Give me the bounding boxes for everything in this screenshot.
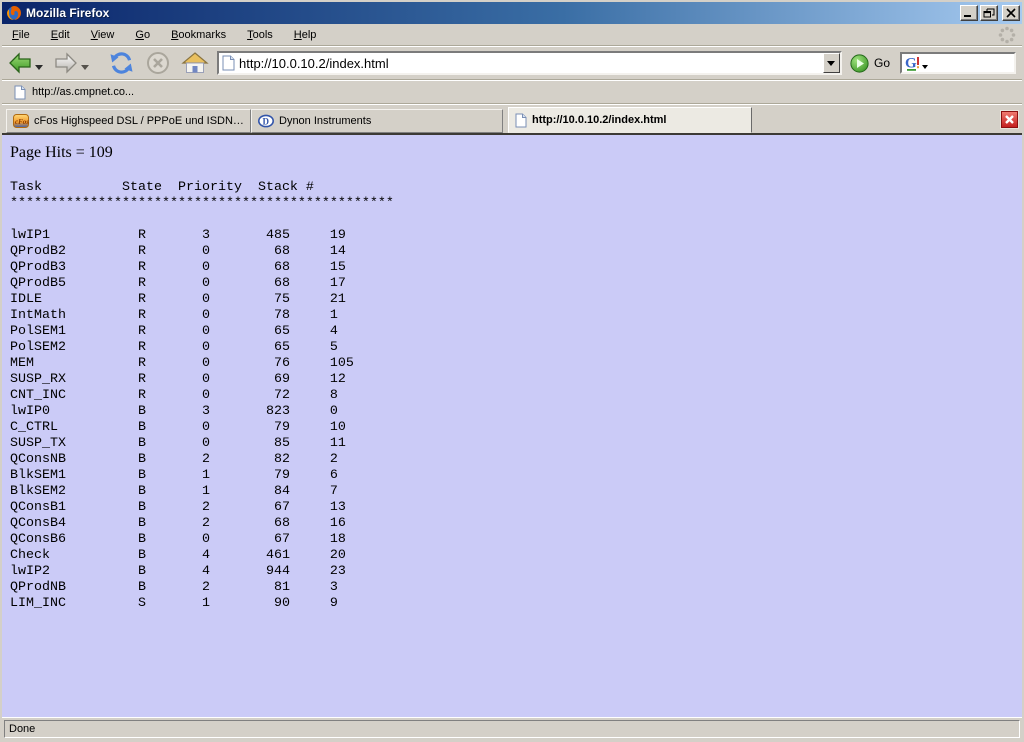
tab-label[interactable]: Dynon Instruments [279,115,371,127]
menu-items: File Edit View Go Bookmarks Tools Help [6,26,331,44]
home-button[interactable] [181,51,209,75]
svg-text:cFos: cFos [15,118,29,126]
search-engine-dropdown-icon[interactable] [922,65,928,69]
menu-help[interactable]: Help [288,26,323,44]
menu-go[interactable]: Go [129,26,156,44]
menu-file[interactable]: File [6,26,36,44]
url-dropdown-button[interactable] [823,53,840,73]
search-input[interactable] [930,56,1012,70]
forward-dropdown-icon[interactable] [81,65,89,70]
status-text: Done [4,720,1020,738]
page-icon [515,113,527,128]
minimize-button[interactable] [960,5,978,21]
go-button-label[interactable]: Go [874,56,890,70]
menu-bar: File Edit View Go Bookmarks Tools Help [2,24,1022,46]
task-table: Task State Priority Stack # ************… [10,180,1022,612]
menu-edit[interactable]: Edit [45,26,76,44]
cfos-favicon: cFos [13,113,29,129]
firefox-window: Mozilla Firefox File Edit View Go Bookmarks T… [0,0,1024,742]
page-hits-text: Page Hits = 109 [10,144,1022,162]
tab-bar: cFos cFos Highspeed DSL / PPPoE und ISDN… [2,104,1022,135]
close-tab-button[interactable] [1001,111,1018,128]
tab-label[interactable]: cFos Highspeed DSL / PPPoE und ISDN CAP.… [34,115,244,127]
throbber-icon [998,26,1016,44]
menu-tools[interactable]: Tools [241,26,279,44]
google-logo-icon: G [904,54,922,72]
page-icon [14,85,26,100]
stop-button[interactable] [145,51,171,75]
reload-button[interactable] [108,51,135,75]
status-bar: Done [2,717,1022,740]
url-input[interactable] [239,56,823,71]
menu-bookmarks[interactable]: Bookmarks [165,26,232,44]
dynon-favicon: D [258,113,274,129]
firefox-logo-icon [6,5,22,21]
window-title: Mozilla Firefox [26,6,958,20]
menu-view[interactable]: View [85,26,121,44]
navigation-toolbar: Go G [2,46,1022,80]
close-window-button[interactable] [1002,5,1020,21]
title-bar: Mozilla Firefox [2,2,1022,24]
bookmarks-toolbar: http://as.cmpnet.co... [2,80,1022,104]
browser-content: Page Hits = 109 Task State Priority Stac… [2,135,1022,717]
go-button[interactable] [850,54,869,73]
search-box: G [900,52,1016,74]
url-bar [217,51,842,75]
back-dropdown-icon[interactable] [35,65,43,70]
tab-current[interactable]: http://10.0.10.2/index.html [508,107,752,133]
bookmark-label[interactable]: http://as.cmpnet.co... [32,86,134,98]
forward-button[interactable] [54,52,78,74]
page-icon [222,55,235,71]
svg-text:D: D [263,117,270,127]
restore-button[interactable] [980,5,998,21]
bookmark-item[interactable]: http://as.cmpnet.co... [10,83,138,102]
tab-label[interactable]: http://10.0.10.2/index.html [532,114,666,126]
tab-dynon[interactable]: D Dynon Instruments [251,109,503,133]
tab-cfos[interactable]: cFos cFos Highspeed DSL / PPPoE und ISDN… [6,109,251,133]
back-button[interactable] [8,52,32,74]
